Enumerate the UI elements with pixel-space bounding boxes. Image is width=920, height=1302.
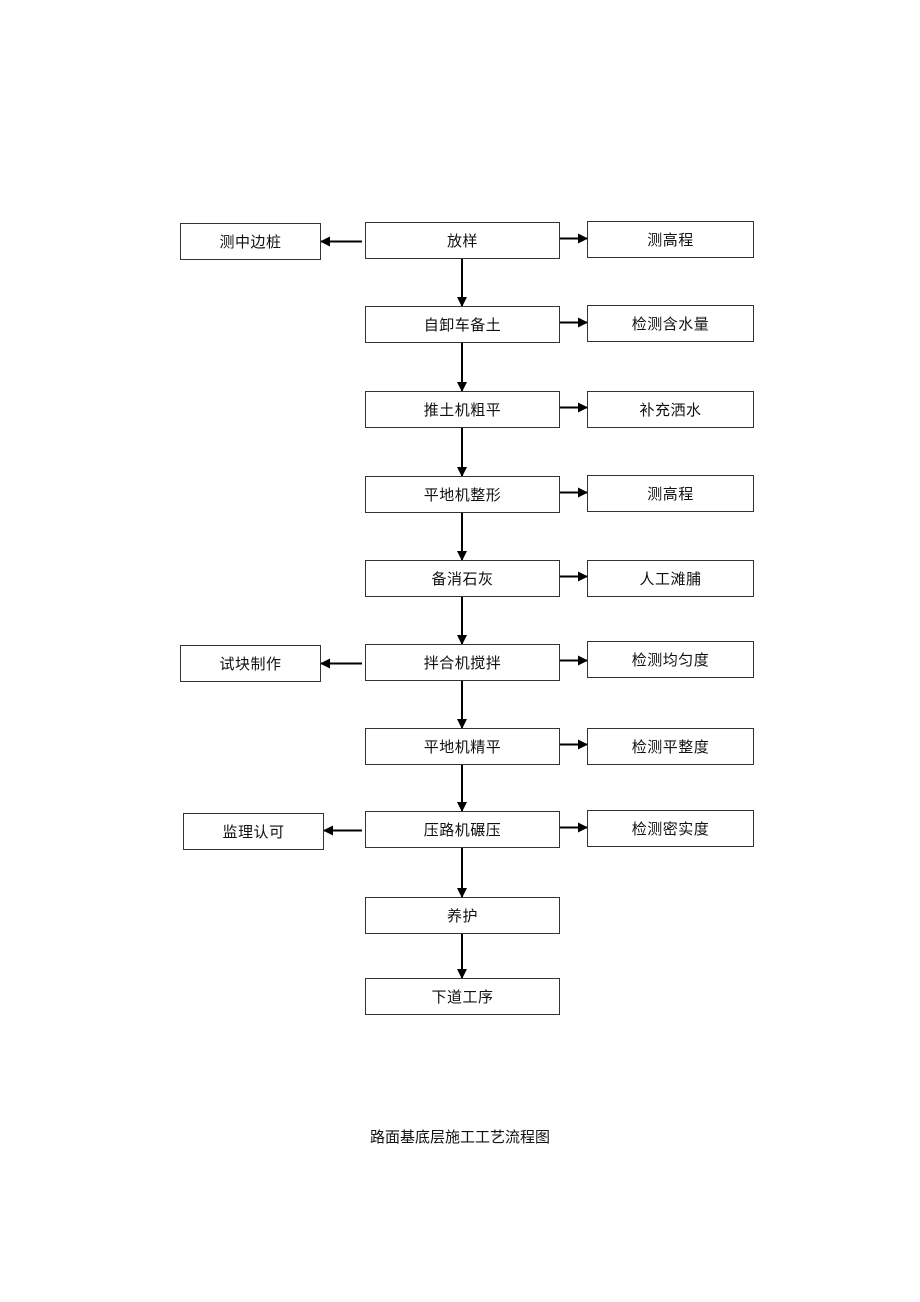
diagram-caption: 路面基底层施工工艺流程图 [369,1128,550,1146]
step-label: 平地机精平 [423,738,502,756]
step-label: 检测均匀度 [631,651,710,669]
left-step-supervisor-approval: 监理认可 [183,813,324,850]
step-label: 备消石灰 [431,570,494,588]
left-step-center-edge-stakes: 测中边桩 [180,223,321,260]
right-step-manual-spreading: 人工滩脯 [587,560,754,597]
step-label: 检测平整度 [631,738,710,756]
step-label: 拌合机搅拌 [423,654,502,672]
right-step-add-water: 补充洒水 [587,391,754,428]
step-label: 平地机整形 [423,486,502,504]
right-step-measure-elevation-2: 测高程 [587,475,754,512]
right-step-check-moisture: 检测含水量 [587,305,754,342]
right-step-check-uniformity: 检测均匀度 [587,641,754,678]
main-step-curing: 养护 [365,897,560,934]
step-label: 下道工序 [431,988,494,1006]
step-label: 人工滩脯 [639,570,702,588]
step-label: 放样 [446,232,478,250]
main-step-bulldozer-rough-level: 推土机粗平 [365,391,560,428]
step-label: 测中边桩 [219,233,282,251]
right-step-measure-elevation: 测高程 [587,221,754,258]
main-step-roller-compaction: 压路机碾压 [365,811,560,848]
main-step-stakeout: 放样 [365,222,560,259]
main-step-grader-fine-level: 平地机精平 [365,728,560,765]
left-step-test-specimen: 试块制作 [180,645,321,682]
step-label: 试块制作 [219,655,282,673]
main-step-mixer-mixing: 拌合机搅拌 [365,644,560,681]
step-label: 检测密实度 [631,820,710,838]
main-step-grader-shaping: 平地机整形 [365,476,560,513]
step-label: 养护 [446,907,478,925]
main-step-dump-truck-soil: 自卸车备土 [365,306,560,343]
main-step-slaked-lime: 备消石灰 [365,560,560,597]
right-step-check-flatness: 检测平整度 [587,728,754,765]
step-label: 检测含水量 [631,315,710,333]
right-step-check-density: 检测密实度 [587,810,754,847]
step-label: 补充洒水 [639,401,702,419]
step-label: 监理认可 [222,823,285,841]
step-label: 测高程 [647,485,694,503]
main-step-next-process: 下道工序 [365,978,560,1015]
step-label: 自卸车备土 [423,316,502,334]
step-label: 压路机碾压 [423,821,502,839]
step-label: 测高程 [647,231,694,249]
step-label: 推土机粗平 [423,401,502,419]
